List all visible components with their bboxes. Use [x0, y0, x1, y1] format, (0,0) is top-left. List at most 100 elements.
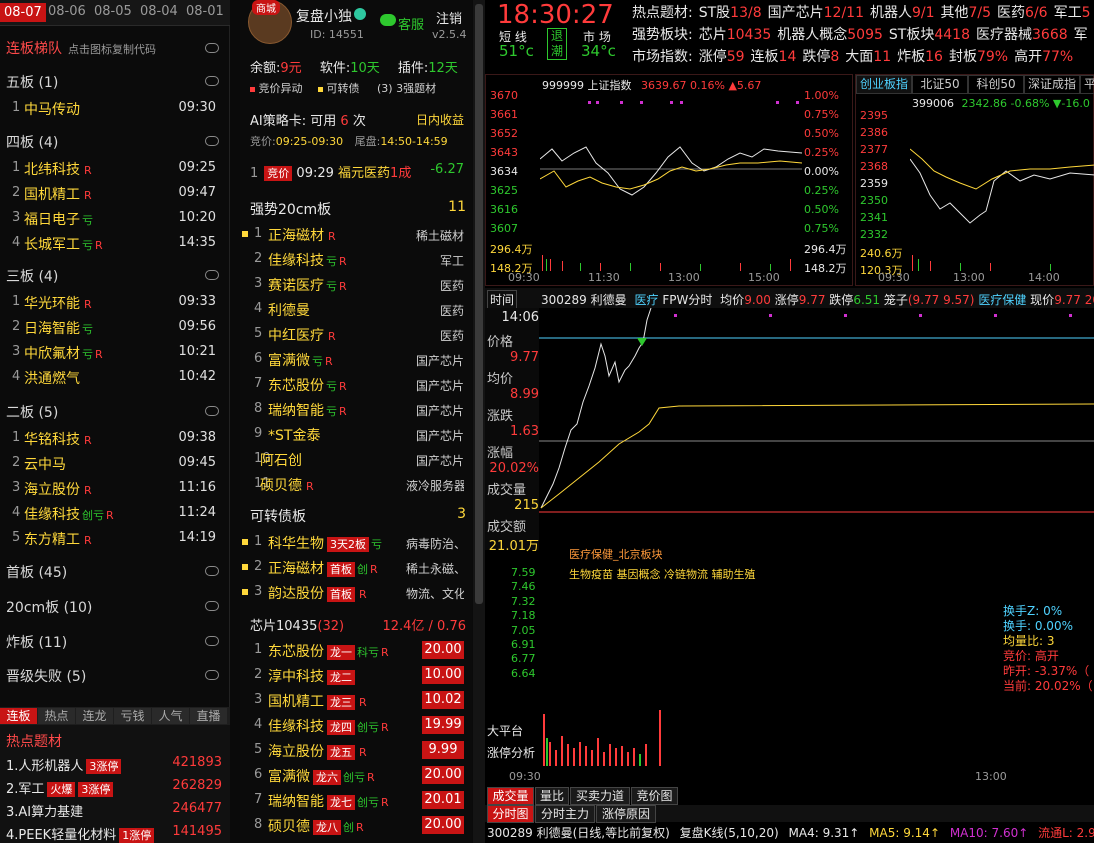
indicator-tab-2[interactable]: 买卖力道	[570, 787, 630, 805]
hot-item[interactable]: 4.PEEK轻量化材料 1涨停 141495	[6, 824, 224, 843]
index-tab-4[interactable]: 平均	[1080, 75, 1094, 94]
strong20-row[interactable]: 7 东芯股份亏 R 国产芯片	[240, 372, 470, 397]
cloud-icon[interactable]	[205, 670, 219, 680]
section-1board[interactable]: 首板 (45)	[6, 562, 67, 582]
scrollbar-thumb[interactable]	[475, 4, 483, 604]
ladder-row[interactable]: 2 国机精工 R 09:47	[0, 181, 224, 205]
indicator-tab-3[interactable]: 竞价图	[631, 787, 678, 805]
date-tab-0801[interactable]: 08-01	[186, 4, 224, 19]
ai-time: 竞价:09:25-09:30 尾盘:14:50-14:59	[250, 135, 448, 148]
bottom-tab-2[interactable]: 连龙	[76, 708, 113, 724]
ladder-row[interactable]: 5 东方精工 R 14:19	[0, 526, 224, 550]
section-5board[interactable]: 五板 (1)	[6, 72, 58, 92]
section-20cm[interactable]: 20cm板 (10)	[6, 597, 92, 617]
chart-tab-1[interactable]: 分时主力	[535, 805, 595, 823]
hot-item[interactable]: 2.军工 火爆 3涨停 262829	[6, 778, 224, 797]
cloud-icon[interactable]	[205, 566, 219, 576]
ladder-row[interactable]: 1 华铭科技 R 09:38	[0, 426, 224, 450]
date-tabs: 08-07 08-06 08-05 08-04 08-01	[0, 0, 230, 26]
ladder-row[interactable]: 1 北纬科技 R 09:25	[0, 156, 224, 180]
strong20-row[interactable]: 6 富满微亏 R 国产芯片	[240, 347, 470, 372]
row-index: 1	[12, 100, 21, 115]
strong20-row[interactable]: 4 利德曼 医药	[240, 297, 470, 322]
ladder-row[interactable]: 1 中马传动 09:30	[0, 96, 224, 120]
tab-time[interactable]: 时间	[487, 290, 518, 308]
intraday-lines	[539, 308, 1094, 513]
bottom-tab-0[interactable]: 连板	[0, 708, 37, 724]
chip-row[interactable]: 5 海立股份 龙五 R 9.99	[240, 738, 470, 763]
date-tab-0807[interactable]: 08-07	[0, 3, 46, 22]
chip-row[interactable]: 2 淳中科技 龙二 10.00	[240, 663, 470, 688]
strong20-row[interactable]: 5 中红医疗 R 医药	[240, 322, 470, 347]
date-tab-0806[interactable]: 08-06	[48, 4, 86, 19]
ebb-badge: 退潮	[547, 28, 567, 60]
ladder-row[interactable]: 3 中欣氟材亏 R 10:21	[0, 340, 224, 364]
index-chart-cyb[interactable]: 创业板指北证50科创50深证成指平均 399006 2342.86 -0.68%…	[855, 74, 1094, 286]
index-tab-1[interactable]: 北证50	[912, 75, 968, 94]
bottom-tab-4[interactable]: 人气	[152, 708, 189, 724]
cloud-icon[interactable]	[205, 76, 219, 86]
service-link[interactable]: 客服	[398, 14, 424, 33]
ladder-row[interactable]: 1 华光环能 R 09:33	[0, 290, 224, 314]
index-tab-2[interactable]: 科创50	[968, 75, 1024, 94]
strong20-row[interactable]: 9 *ST金泰 国产芯片	[240, 422, 470, 447]
indicator-tab-1[interactable]: 量比	[535, 787, 569, 805]
date-tab-0804[interactable]: 08-04	[140, 4, 178, 19]
stat-item: 昨开: -3.37%（	[1003, 664, 1090, 678]
section-4board[interactable]: 四板 (4)	[6, 132, 58, 152]
wechat-icon	[380, 14, 396, 26]
section-fail[interactable]: 晋级失败 (5)	[6, 666, 86, 686]
stat-item: 换手Z: 0%	[1003, 604, 1063, 618]
logout-button[interactable]: 注销	[436, 8, 462, 27]
index-tab-0[interactable]: 创业板指	[856, 75, 912, 94]
cloud-icon[interactable]	[205, 43, 219, 53]
price-tick: 7.32	[511, 594, 536, 608]
strong20-row[interactable]: 1 正海磁材 R 稀土磁材	[240, 222, 470, 247]
section-3board[interactable]: 三板 (4)	[6, 266, 58, 286]
cloud-icon[interactable]	[205, 270, 219, 280]
cloud-icon[interactable]	[205, 406, 219, 416]
section-zhaban[interactable]: 炸板 (11)	[6, 632, 67, 652]
ladder-row[interactable]: 3 福日电子亏 10:20	[0, 206, 224, 230]
ladder-row[interactable]: 2 云中马 09:45	[0, 451, 224, 475]
limit-time: 14:35	[178, 235, 216, 250]
chip-row[interactable]: 6 富满微 龙六 创亏 R 20.00	[240, 763, 470, 788]
chip-row[interactable]: 1 东芯股份 龙一 科亏 R 20.00	[240, 638, 470, 663]
strong20-row[interactable]: 10 阿石创 国产芯片	[240, 447, 470, 472]
bottom-tab-5[interactable]: 直播	[190, 708, 227, 724]
cloud-icon[interactable]	[205, 601, 219, 611]
chip-row[interactable]: 3 国机精工 龙三 R 10.02	[240, 688, 470, 713]
ladder-row[interactable]: 2 日海智能亏 09:56	[0, 315, 224, 339]
chip-row[interactable]: 8 硕贝德 龙八创 R 20.00	[240, 813, 470, 838]
strong20-row[interactable]: 8 瑞纳智能亏 R 国产芯片	[240, 397, 470, 422]
strong20-row[interactable]: 3 赛诺医疗亏 R 医药	[240, 272, 470, 297]
strong20-row[interactable]: 2 佳缘科技亏 R 军工	[240, 247, 470, 272]
cb-row[interactable]: 3 韵达股份 首板 R 物流、文化	[240, 580, 470, 605]
ladder-row[interactable]: 4 长城军工亏 R 14:35	[0, 231, 224, 255]
index-chart-sh[interactable]: 999999 上证指数 3639.67 0.16% ▲5.67 3670 3661…	[485, 74, 853, 286]
section-2board[interactable]: 二板 (5)	[6, 402, 58, 422]
ladder-row[interactable]: 3 海立股份 R 11:16	[0, 476, 224, 500]
index-tab-3[interactable]: 深证成指	[1024, 75, 1080, 94]
bottom-tab-1[interactable]: 热点	[38, 708, 75, 724]
stock-name: 北纬科技 R	[24, 162, 92, 178]
ai-row[interactable]: 1 竞价 09:29 福元医药1成 -6.27	[250, 162, 470, 181]
chart-tab-2[interactable]: 涨停原因	[596, 805, 656, 823]
chip-row[interactable]: 4 佳缘科技 龙四 创亏 R 19.99	[240, 713, 470, 738]
cloud-icon[interactable]	[205, 636, 219, 646]
cloud-icon[interactable]	[205, 136, 219, 146]
cb-row[interactable]: 1 科华生物 3天2板亏病毒防治、	[240, 530, 470, 555]
hot-item[interactable]: 3.AI算力基建 246477	[6, 801, 224, 820]
hot-item[interactable]: 1.人形机器人 3涨停 421893	[6, 755, 224, 774]
price-tick: 7.18	[511, 609, 536, 623]
chip-row[interactable]: 7 瑞纳智能 龙七 创亏 R 20.01	[240, 788, 470, 813]
bottom-tab-3[interactable]: 亏钱	[114, 708, 151, 724]
indicator-tab-0[interactable]: 成交量	[487, 787, 534, 805]
limit-analysis-label[interactable]: 涨停分析	[487, 744, 535, 761]
date-tab-0805[interactable]: 08-05	[94, 4, 132, 19]
strong20-row[interactable]: 11 硕贝德 R 液冷服务器	[240, 472, 470, 497]
chart-tab-0[interactable]: 分时图	[487, 805, 534, 823]
ladder-row[interactable]: 4 洪通燃气 10:42	[0, 365, 224, 389]
ladder-row[interactable]: 4 佳缘科技 创亏 R 11:24	[0, 501, 224, 525]
cb-row[interactable]: 2 正海磁材 首板创 R 稀土永磁、	[240, 555, 470, 580]
